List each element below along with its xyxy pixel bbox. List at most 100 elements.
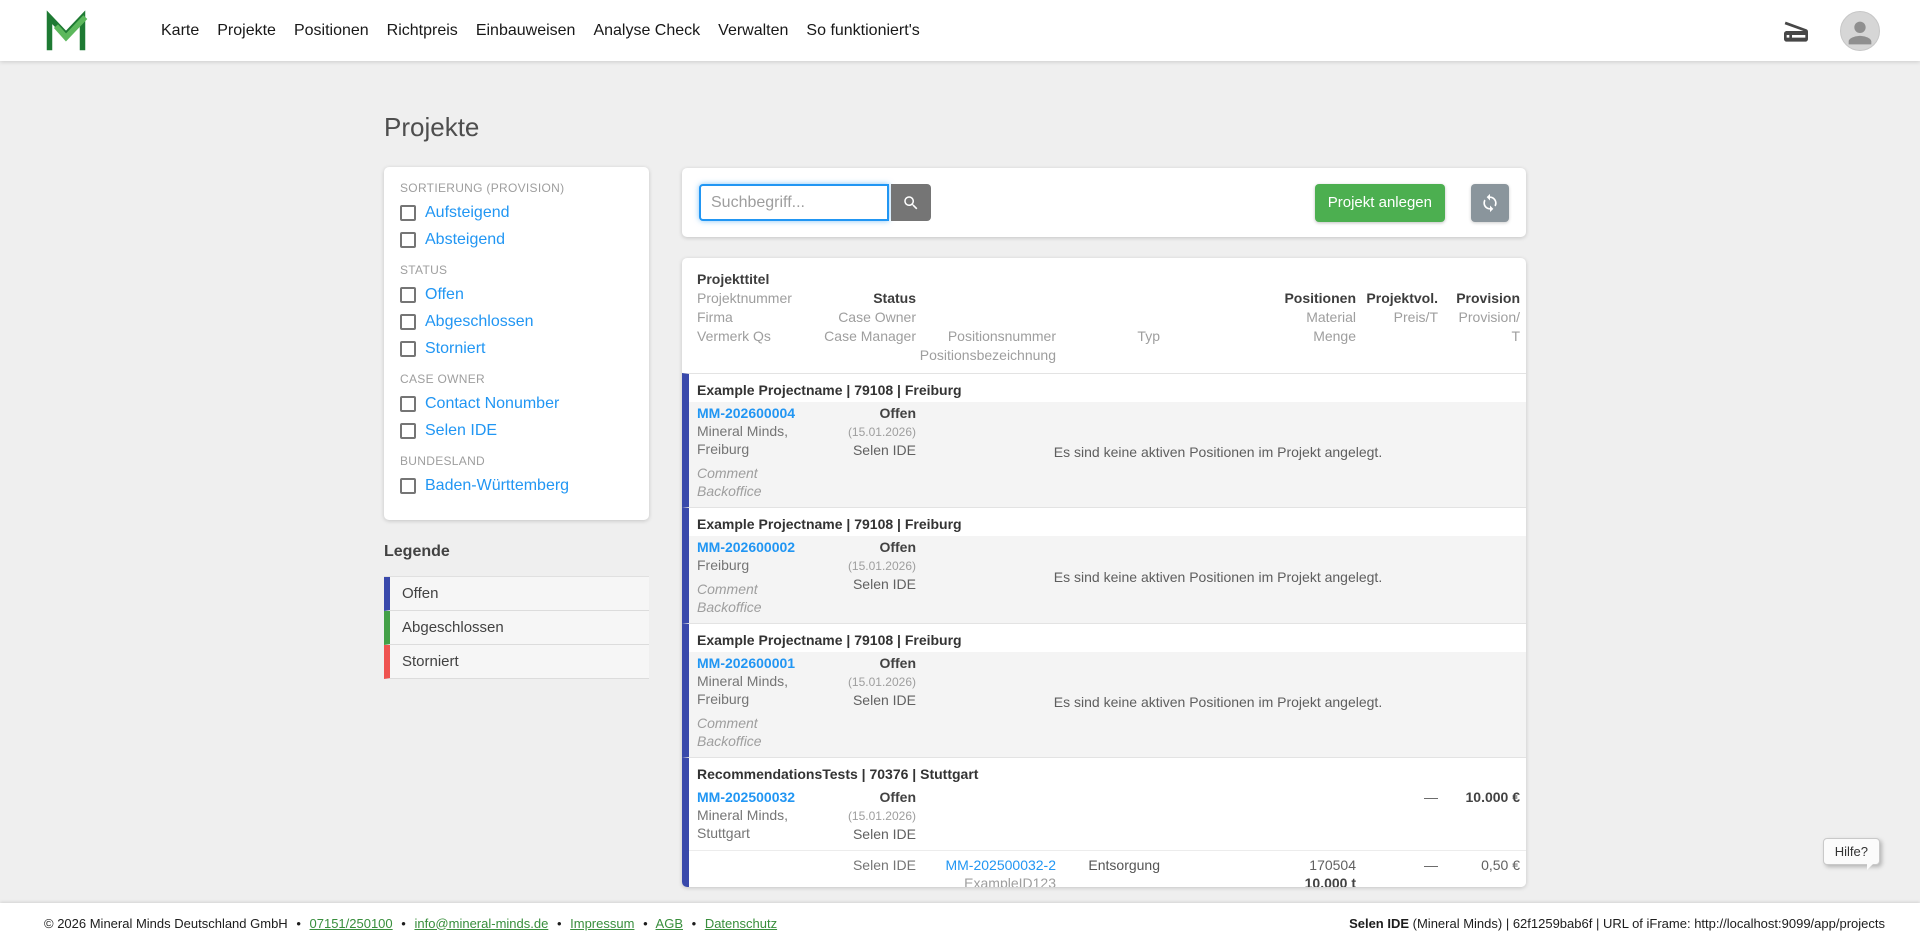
header-provision-t-1: Provision/ (1438, 308, 1520, 327)
footer-email-link[interactable]: info@mineral-minds.de (414, 916, 548, 931)
help-button[interactable]: Hilfe? (1823, 838, 1880, 865)
status-badge: Offen (879, 405, 916, 421)
filter-label-selen-ide[interactable]: Selen IDE (425, 422, 497, 440)
project-row: MM-202600002 Freiburg Comment Backoffice… (689, 536, 1526, 623)
footer-phone-link[interactable]: 07151/250100 (310, 916, 393, 931)
filter-label-offen[interactable]: Offen (425, 286, 464, 304)
search-input[interactable] (699, 184, 889, 221)
project-number-link[interactable]: MM-202500032 (697, 788, 816, 806)
filter-label-baden-wuerttemberg[interactable]: Baden-Württemberg (425, 477, 569, 495)
legend-label-abgeschlossen: Abgeschlossen (402, 619, 504, 636)
filter-label-abgeschlossen[interactable]: Abgeschlossen (425, 313, 534, 331)
project-notes: Comment Backoffice (697, 714, 816, 750)
position-number-link[interactable]: MM-202500032-2 (916, 856, 1056, 874)
legend-title: Legende (384, 543, 450, 561)
nav-item-positionen[interactable]: Positionen (285, 22, 378, 40)
legend-item-storniert: Storniert (384, 645, 649, 679)
header-projektvol: Projektvol. (1356, 289, 1438, 308)
project-group: RecommendationsTests | 70376 | Stuttgart… (682, 757, 1526, 887)
footer-left: © 2026 Mineral Minds Deutschland GmbH • … (44, 916, 777, 931)
checkbox-absteigend[interactable] (400, 232, 416, 248)
nav-item-analyse-check[interactable]: Analyse Check (584, 22, 709, 40)
header-projektnummer: Projektnummer (697, 289, 816, 308)
project-main-cell: MM-202600004 Mineral Minds, Freiburg Com… (697, 404, 816, 500)
nav-item-verwalten[interactable]: Verwalten (709, 22, 797, 40)
page-footer: © 2026 Mineral Minds Deutschland GmbH • … (0, 903, 1920, 943)
filter-option: Selen IDE (400, 422, 633, 440)
case-owner: Selen IDE (816, 575, 916, 593)
project-status-cell: Offen (15.01.2026) Selen IDE (816, 404, 916, 500)
header-positionsnummer: Positionsnummer (916, 327, 1056, 346)
search-button[interactable] (891, 184, 931, 221)
project-group-title: Example Projectname | 79108 | Freiburg (689, 624, 1526, 652)
footer-link-agb[interactable]: AGB (656, 916, 683, 931)
footer-session-info: Selen IDE (Mineral Minds) | 62f1259bab6f… (1349, 916, 1885, 931)
filter-section-label-sortierung: SORTIERUNG (PROVISION) (400, 181, 633, 195)
footer-separator: • (643, 916, 648, 931)
header-provision-t-2: T (1438, 327, 1520, 346)
status-badge: Offen (879, 655, 916, 671)
mineral-minds-logo[interactable] (44, 9, 88, 53)
filter-option: Abgeschlossen (400, 313, 633, 331)
footer-link-datenschutz[interactable]: Datenschutz (705, 916, 777, 931)
header-material: Material (1160, 308, 1356, 327)
footer-separator: • (401, 916, 406, 931)
status-badge: Offen (879, 539, 916, 555)
user-avatar[interactable] (1840, 11, 1880, 51)
filter-label-contact-nonumber[interactable]: Contact Nonumber (425, 395, 559, 413)
project-notes: Comment Backoffice (697, 580, 816, 616)
checkbox-selen-ide[interactable] (400, 423, 416, 439)
position-quantity: 10.000 t (1160, 874, 1356, 887)
project-row: MM-202600004 Mineral Minds, Freiburg Com… (689, 402, 1526, 507)
nav-item-projekte[interactable]: Projekte (208, 22, 285, 40)
checkbox-offen[interactable] (400, 287, 416, 303)
legend-list: Offen Abgeschlossen Storniert (384, 576, 649, 679)
refresh-icon (1480, 193, 1500, 213)
project-number-link[interactable]: MM-202600001 (697, 654, 816, 672)
header-vermerk-qs: Vermerk Qs (697, 327, 816, 346)
project-main-cell: MM-202500032 Mineral Minds, Stuttgart (697, 788, 816, 843)
project-price-per-t: — (1356, 788, 1438, 843)
checkbox-baden-wuerttemberg[interactable] (400, 478, 416, 494)
nav-item-karte[interactable]: Karte (152, 22, 208, 40)
position-type: Entsorgung (1056, 856, 1160, 887)
filter-label-absteigend[interactable]: Absteigend (425, 231, 505, 249)
project-note-backoffice: Backoffice (697, 482, 816, 500)
nav-item-so-funktionierts[interactable]: So funktioniert's (797, 22, 928, 40)
checkbox-abgeschlossen[interactable] (400, 314, 416, 330)
header-case-owner: Case Owner (816, 308, 916, 327)
case-owner: Selen IDE (816, 691, 916, 709)
nav-item-richtpreis[interactable]: Richtpreis (378, 22, 467, 40)
filter-label-aufsteigend[interactable]: Aufsteigend (425, 204, 510, 222)
checkbox-aufsteigend[interactable] (400, 205, 416, 221)
project-row: MM-202500032 Mineral Minds, Stuttgart Of… (689, 786, 1526, 850)
session-user: Selen IDE (1349, 916, 1409, 931)
filter-sidebar: SORTIERUNG (PROVISION) Aufsteigend Abste… (384, 167, 649, 520)
project-number-link[interactable]: MM-202600004 (697, 404, 816, 422)
position-provision: 0,50 € (1438, 856, 1520, 887)
footer-link-impressum[interactable]: Impressum (570, 916, 634, 931)
scanner-icon[interactable] (1780, 15, 1812, 47)
filter-option: Offen (400, 286, 633, 304)
checkbox-contact-nonumber[interactable] (400, 396, 416, 412)
refresh-button[interactable] (1471, 184, 1509, 222)
project-status-cell: Offen (15.01.2026) Selen IDE (816, 788, 916, 843)
checkbox-storniert[interactable] (400, 341, 416, 357)
legend-label-storniert: Storniert (402, 653, 459, 670)
project-toolbar: Projekt anlegen (682, 168, 1526, 237)
filter-label-storniert[interactable]: Storniert (425, 340, 485, 358)
filter-option: Absteigend (400, 231, 633, 249)
header-positionsbezeichnung: Positionsbezeichnung (916, 346, 1056, 365)
filter-section-label-status: STATUS (400, 263, 633, 277)
project-number-link[interactable]: MM-202600002 (697, 538, 816, 556)
project-note-comment: Comment (697, 580, 816, 598)
project-main-cell: MM-202600001 Mineral Minds, Freiburg Com… (697, 654, 816, 750)
case-owner: Selen IDE (816, 441, 916, 459)
create-project-button[interactable]: Projekt anlegen (1315, 184, 1445, 222)
project-company: Mineral Minds, Freiburg (697, 422, 797, 458)
project-table: Projekttitel Projektnummer Status Positi… (682, 258, 1526, 887)
filter-option: Contact Nonumber (400, 395, 633, 413)
nav-item-einbauweisen[interactable]: Einbauweisen (467, 22, 585, 40)
header-menge: Menge (1160, 327, 1356, 346)
status-date: (15.01.2026) (848, 675, 916, 689)
